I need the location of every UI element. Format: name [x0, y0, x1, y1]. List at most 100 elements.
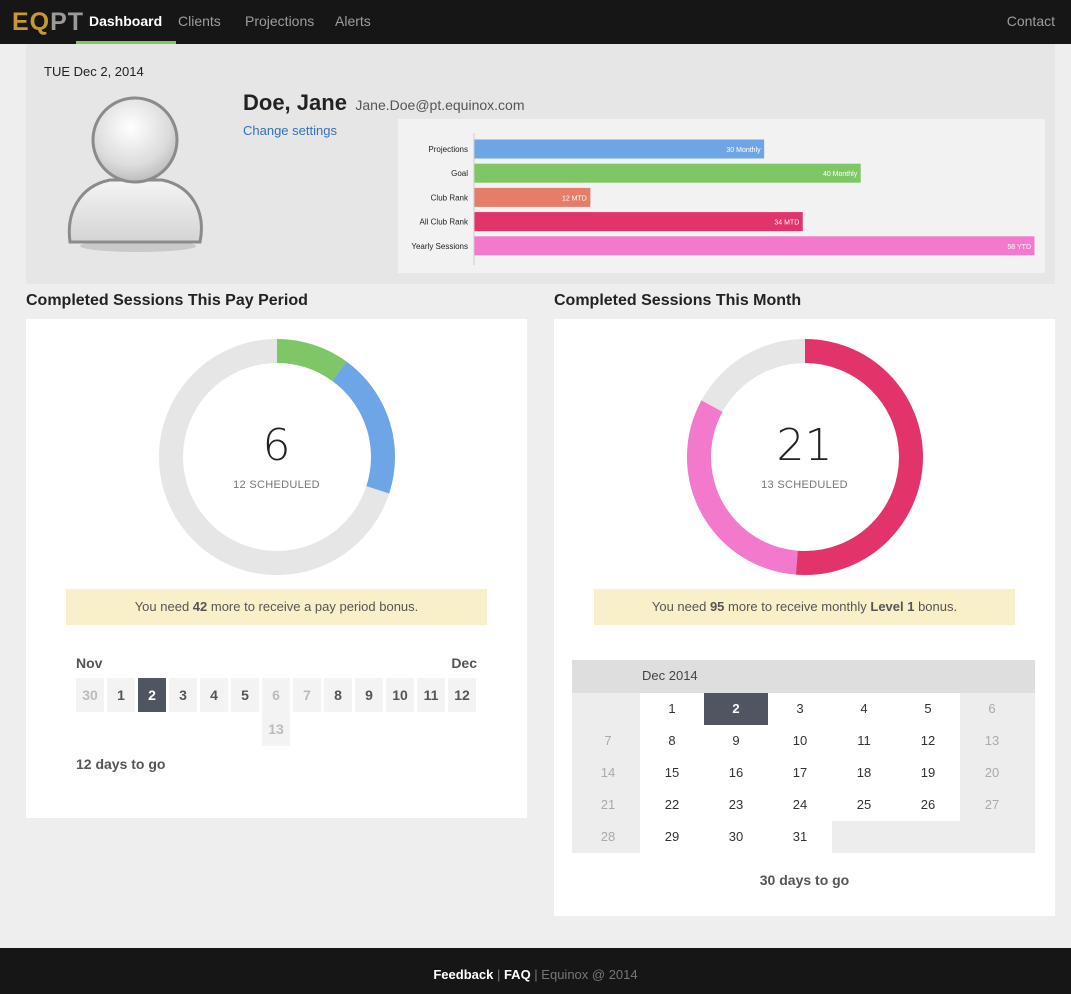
- calendar-day-3[interactable]: 3: [768, 693, 832, 725]
- calendar-day-7[interactable]: 7: [576, 725, 640, 757]
- footer-separator: |: [493, 967, 504, 982]
- period-day-3[interactable]: 3: [169, 678, 197, 712]
- nav-projections[interactable]: Projections: [245, 0, 314, 44]
- logo-eq: EQ: [12, 8, 51, 36]
- bar-goal[interactable]: [474, 163, 861, 183]
- notice-post: bonus.: [914, 599, 958, 614]
- calendar-day-5[interactable]: 5: [896, 693, 960, 725]
- bar-yearly-sessions[interactable]: [474, 236, 1035, 256]
- nav-dashboard[interactable]: Dashboard: [75, 0, 177, 44]
- bar-category-label: All Club Rank: [420, 218, 469, 227]
- bar-category-label: Yearly Sessions: [411, 242, 468, 251]
- period-day-5[interactable]: 5: [231, 678, 259, 712]
- change-settings-link[interactable]: Change settings: [243, 123, 337, 138]
- calendar-day-14[interactable]: 14: [576, 757, 640, 789]
- bar-projections[interactable]: [474, 139, 765, 159]
- period-day-10[interactable]: 10: [386, 678, 414, 712]
- month-completed: 21: [776, 420, 833, 471]
- calendar-day-17[interactable]: 17: [768, 757, 832, 789]
- period-day-30[interactable]: 30: [76, 678, 104, 712]
- month-notice: You need 95 more to receive monthly Leve…: [594, 589, 1015, 625]
- bar-category-label: Goal: [451, 169, 468, 178]
- calendar-day-8[interactable]: 8: [640, 725, 704, 757]
- footer: Feedback | FAQ | Equinox @ 2014: [0, 948, 1071, 994]
- nav-contact[interactable]: Contact: [1007, 0, 1055, 44]
- period-end-month: Dec: [451, 655, 477, 671]
- bar-value-label: 30 Monthly: [726, 147, 761, 154]
- calendar-day-9[interactable]: 9: [704, 725, 768, 757]
- period-day-2[interactable]: 2: [138, 678, 166, 712]
- calendar-day-6[interactable]: 6: [960, 693, 1024, 725]
- calendar-day-19[interactable]: 19: [896, 757, 960, 789]
- calendar-day-28[interactable]: 28: [576, 821, 640, 853]
- calendar-day-16[interactable]: 16: [704, 757, 768, 789]
- pay-period-card: 6 12 SCHEDULED You need 42 more to recei…: [26, 319, 527, 818]
- calendar-day-10[interactable]: 10: [768, 725, 832, 757]
- period-start-month: Nov: [76, 655, 103, 671]
- stats-bar-chart: Projections 30 Monthly Goal 40 Monthly Club …: [398, 119, 1045, 273]
- bar-category-label: Projections: [428, 145, 468, 154]
- profile-panel: TUE Dec 2, 2014 Doe, Jane Jane.Doe@pt.eq…: [26, 44, 1055, 284]
- calendar-day-11[interactable]: 11: [832, 725, 896, 757]
- footer-copyright: Equinox @ 2014: [541, 967, 638, 982]
- current-date: TUE Dec 2, 2014: [44, 64, 144, 79]
- eqpt-logo[interactable]: EQPT: [12, 8, 84, 36]
- period-day-4[interactable]: 4: [200, 678, 228, 712]
- month-title: Completed Sessions This Month: [554, 292, 802, 309]
- month-calendar: Dec 2014 1 2 3 4 5 6 7 8 9 10 11 12 13 14 15 16 17 18 19 20…: [572, 660, 1035, 853]
- calendar-day-2[interactable]: 2: [704, 693, 768, 725]
- user-avatar-icon: [67, 96, 203, 252]
- calendar-day-26[interactable]: 26: [896, 789, 960, 821]
- period-day-9[interactable]: 9: [355, 678, 383, 712]
- period-day-7[interactable]: 7: [293, 678, 321, 712]
- period-day-1[interactable]: 1: [107, 678, 135, 712]
- bar-all-club-rank[interactable]: [474, 212, 803, 232]
- period-day-6[interactable]: 6: [262, 678, 290, 712]
- pay-period-days-left: 12 days to go: [76, 756, 166, 772]
- nav-alerts[interactable]: Alerts: [335, 0, 371, 44]
- bar-value-label: 58 YTD: [1007, 244, 1031, 251]
- notice-number: 95: [709, 599, 725, 614]
- calendar-day-12[interactable]: 12: [896, 725, 960, 757]
- notice-level: Level 1: [870, 599, 915, 614]
- pay-period-completed: 6: [262, 420, 291, 471]
- calendar-day-1[interactable]: 1: [640, 693, 704, 725]
- client-name: Doe, Jane: [243, 90, 347, 115]
- bar-category-label: Club Rank: [431, 193, 469, 202]
- calendar-day-27[interactable]: 27: [960, 789, 1024, 821]
- calendar-day-21[interactable]: 21: [576, 789, 640, 821]
- period-day-12[interactable]: 12: [448, 678, 476, 712]
- calendar-day-31[interactable]: 31: [768, 821, 832, 853]
- notice-pre: You need: [134, 599, 193, 614]
- client-email[interactable]: Jane.Doe@pt.equinox.com: [355, 97, 524, 113]
- calendar-day-18[interactable]: 18: [832, 757, 896, 789]
- footer-separator: |: [530, 967, 542, 982]
- calendar-day-23[interactable]: 23: [704, 789, 768, 821]
- notice-pre: You need: [651, 599, 710, 614]
- bar-value-label: 40 Monthly: [823, 171, 858, 178]
- period-day-13[interactable]: 13: [262, 712, 290, 746]
- logo-pt: PT: [50, 8, 85, 36]
- calendar-day-13[interactable]: 13: [960, 725, 1024, 757]
- month-scheduled: 13 SCHEDULED: [761, 479, 848, 491]
- calendar-day-22[interactable]: 22: [640, 789, 704, 821]
- feedback-link[interactable]: Feedback: [433, 967, 493, 982]
- calendar-day-4[interactable]: 4: [832, 693, 896, 725]
- calendar-day-20[interactable]: 20: [960, 757, 1024, 789]
- top-navbar: EQPT Dashboard Clients Projections Alert…: [0, 0, 1071, 44]
- calendar-day-15[interactable]: 15: [640, 757, 704, 789]
- calendar-day-25[interactable]: 25: [832, 789, 896, 821]
- calendar-day-24[interactable]: 24: [768, 789, 832, 821]
- pay-period-title: Completed Sessions This Pay Period: [26, 292, 308, 309]
- nav-clients[interactable]: Clients: [178, 0, 221, 44]
- month-card: 21 13 SCHEDULED You need 95 more to rece…: [554, 319, 1055, 916]
- faq-link[interactable]: FAQ: [504, 967, 531, 982]
- month-days-left: 30 days to go: [759, 872, 850, 888]
- stats-bar-chart-svg: Projections 30 Monthly Goal 40 Monthly Club …: [411, 133, 1035, 265]
- calendar-day-30[interactable]: 30: [704, 821, 768, 853]
- period-day-11[interactable]: 11: [417, 678, 445, 712]
- calendar-day-29[interactable]: 29: [640, 821, 704, 853]
- bar-value-label: 34 MTD: [774, 220, 799, 227]
- period-day-8[interactable]: 8: [324, 678, 352, 712]
- pay-period-scheduled: 12 SCHEDULED: [233, 479, 320, 491]
